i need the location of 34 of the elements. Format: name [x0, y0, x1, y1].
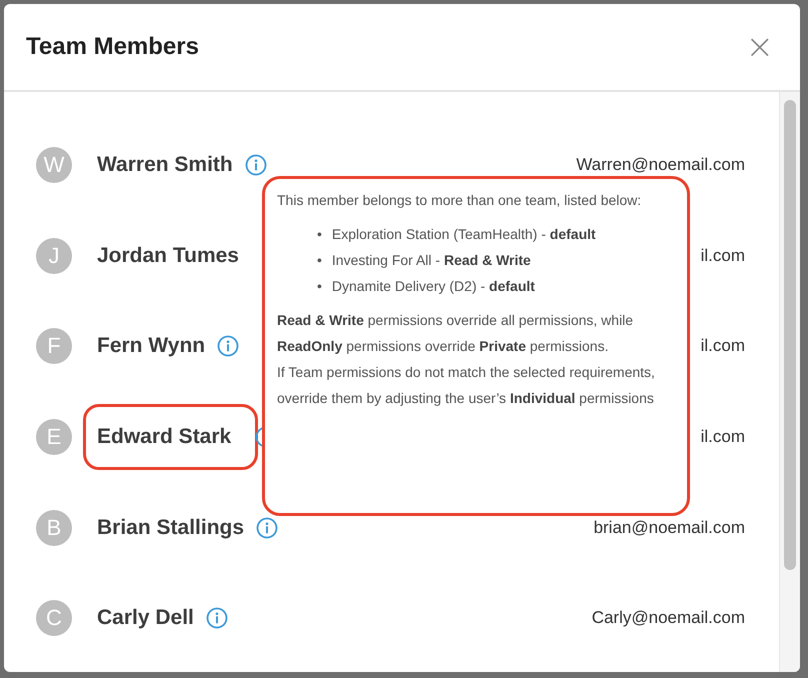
info-icon[interactable] — [217, 335, 240, 358]
bullet: • — [317, 251, 322, 270]
bullet: • — [317, 225, 322, 244]
member-name: Warren Smith — [97, 153, 233, 178]
member-name: Brian Stallings — [97, 516, 244, 540]
member-email: brian@noemail.com — [594, 518, 745, 538]
close-button[interactable]: × — [742, 27, 778, 67]
avatar: F — [36, 328, 72, 364]
member-email: Carly@noemail.com — [592, 608, 745, 628]
member-email: il.com — [700, 246, 745, 266]
avatar: C — [36, 600, 72, 636]
avatar: B — [36, 510, 72, 546]
member-name: Fern Wynn — [97, 334, 206, 358]
team-item: Dynamite Delivery (D2) - default — [332, 277, 535, 296]
member-email: il.com — [700, 336, 745, 356]
tooltip-text: If Team permissions do not match the selected requirements, override them by adjusting the user’s Individual permissions — [277, 363, 656, 408]
member-email: Warren@noemail.com — [576, 155, 745, 176]
info-icon[interactable] — [206, 607, 228, 630]
avatar: J — [36, 238, 72, 274]
member-email: il.com — [700, 427, 745, 448]
info-icon[interactable] — [256, 516, 278, 539]
scrollbar[interactable] — [779, 92, 800, 672]
avatar: E — [36, 419, 72, 456]
tooltip-text: Read & Write permissions override all permissions, while ReadOnly permissions override Private permissions. — [277, 311, 634, 356]
tooltip-text: This member belongs to more than one team, listed below: — [277, 191, 642, 210]
member-name: Jordan Tumes — [97, 244, 239, 268]
dialog-title: Team Members — [26, 33, 199, 61]
member-name: Carly Dell — [97, 606, 194, 630]
highlighted-member-name: Edward Stark — [83, 404, 258, 470]
team-item: Investing For All - Read & Write — [332, 251, 531, 270]
team-item: Exploration Station (TeamHealth) - default — [332, 225, 596, 244]
avatar: W — [36, 147, 72, 184]
info-icon[interactable] — [244, 154, 267, 176]
bullet: • — [317, 277, 322, 296]
